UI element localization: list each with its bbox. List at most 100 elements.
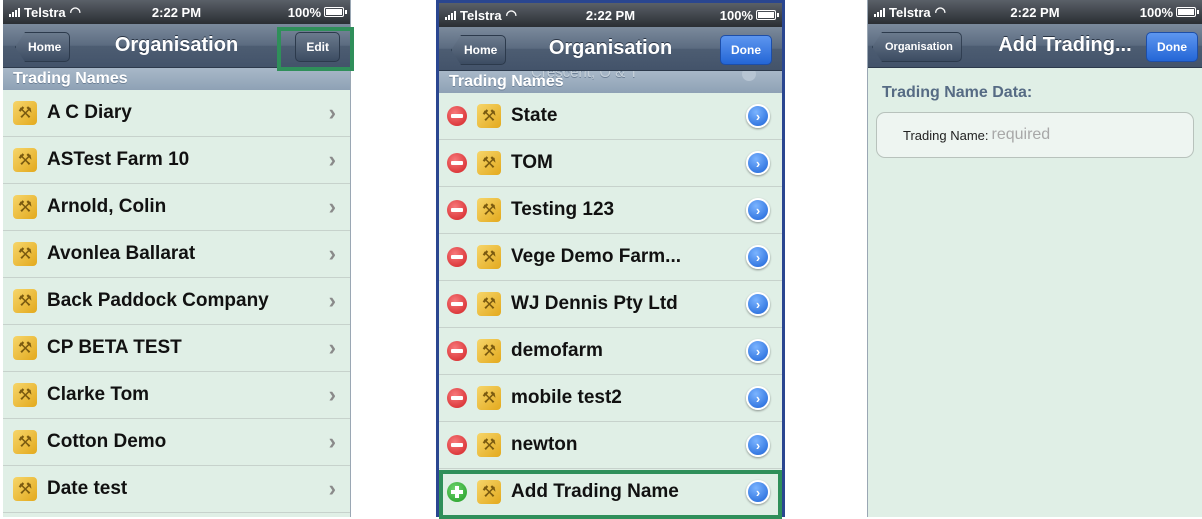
signal-icon: [9, 7, 20, 17]
status-bar: Telstra ◠ 2:22 PM 100%: [3, 0, 350, 24]
list-item[interactable]: ⚒ A C Diary ›: [3, 90, 350, 137]
list-item[interactable]: ⚒ ASTest Farm 10 ›: [3, 137, 350, 184]
trading-name-icon: ⚒: [477, 245, 501, 269]
list-item-label: Clarke Tom: [47, 384, 150, 405]
trading-names-edit-list: ⚒ State › ⚒ TOM › ⚒ Testing 123 › ⚒ Vege Demo Farm…: [439, 93, 782, 469]
trading-name-icon: ⚒: [477, 386, 501, 410]
list-item[interactable]: ⚒ Date test ›: [3, 466, 350, 513]
navigation-bar: Organisation Add Trading... Done: [868, 24, 1202, 68]
delete-minus-icon[interactable]: [447, 153, 467, 173]
delete-minus-icon[interactable]: [447, 200, 467, 220]
list-item[interactable]: ⚒ Testing 123 ›: [439, 187, 782, 234]
list-item-label: Cotton Demo: [47, 431, 167, 452]
trading-name-icon: ⚒: [13, 430, 37, 454]
trading-name-icon: ⚒: [13, 101, 37, 125]
list-item[interactable]: ⚒ State ›: [439, 93, 782, 140]
done-button[interactable]: Done: [720, 35, 772, 65]
delete-minus-icon[interactable]: [447, 294, 467, 314]
list-item-label: A C Diary: [47, 102, 132, 123]
delete-minus-icon[interactable]: [447, 435, 467, 455]
chevron-right-icon: ›: [328, 194, 336, 219]
trading-name-field-label: Trading Name:: [903, 127, 989, 143]
list-item[interactable]: ⚒ demofarm ›: [439, 328, 782, 375]
signal-icon: [445, 10, 456, 20]
list-item-label: Back Paddock Company: [47, 290, 269, 311]
chevron-right-icon: ›: [328, 335, 336, 360]
done-button[interactable]: Done: [1146, 32, 1198, 62]
trading-name-field[interactable]: Trading Name: required: [876, 112, 1194, 158]
battery-icon: [1176, 7, 1199, 17]
trading-name-icon: ⚒: [477, 198, 501, 222]
delete-minus-icon[interactable]: [447, 106, 467, 126]
disclosure-button-icon[interactable]: ›: [746, 104, 770, 128]
list-item[interactable]: ⚒ newton ›: [439, 422, 782, 469]
trading-name-icon: ⚒: [477, 292, 501, 316]
section-header: Trading Names: [3, 68, 350, 90]
trading-name-icon: ⚒: [477, 433, 501, 457]
organisation-back-button[interactable]: Organisation: [872, 32, 962, 62]
organisation-list-screen: Telstra ◠ 2:22 PM 100% Home Organisation…: [3, 0, 351, 517]
trading-name-icon: ⚒: [477, 339, 501, 363]
home-back-button[interactable]: Home: [15, 32, 71, 62]
trading-name-icon: ⚒: [13, 289, 37, 313]
trading-name-input[interactable]: required: [992, 126, 1051, 144]
list-item[interactable]: ⚒ Avonlea Ballarat ›: [3, 231, 350, 278]
battery-percent: 100%: [287, 4, 321, 20]
disclosure-button-icon[interactable]: ›: [746, 386, 770, 410]
list-item-label: WJ Dennis Pty Ltd: [511, 293, 678, 314]
battery-icon: [324, 7, 347, 17]
list-item-label: demofarm: [511, 340, 603, 361]
list-item[interactable]: ⚒ mobile test2 ›: [439, 375, 782, 422]
carrier-label: Telstra: [24, 4, 66, 20]
list-item-label: CP BETA TEST: [47, 337, 182, 358]
disclosure-button-icon[interactable]: ›: [746, 339, 770, 363]
list-item[interactable]: ⚒ Clarke Tom ›: [3, 372, 350, 419]
trading-name-icon: ⚒: [13, 242, 37, 266]
disclosure-button-icon[interactable]: ›: [746, 433, 770, 457]
wifi-icon: ◠: [69, 4, 82, 19]
list-item[interactable]: ⚒ WJ Dennis Pty Ltd ›: [439, 281, 782, 328]
disclosure-button-icon[interactable]: ›: [746, 245, 770, 269]
list-item-label: ASTest Farm 10: [47, 149, 190, 170]
trading-names-list: ⚒ A C Diary › ⚒ ASTest Farm 10 › ⚒ Arnold, Coli…: [3, 90, 350, 513]
list-item[interactable]: ⚒ Cotton Demo ›: [3, 419, 350, 466]
disclosure-button-icon[interactable]: ›: [746, 198, 770, 222]
list-item[interactable]: ⚒ CP BETA TEST ›: [3, 325, 350, 372]
form-section-title: Trading Name Data:: [882, 84, 1033, 101]
status-bar: Telstra ◠ 2:22 PM 100%: [868, 0, 1202, 24]
list-item[interactable]: ⚒ Arnold, Colin ›: [3, 184, 350, 231]
delete-minus-icon[interactable]: [447, 341, 467, 361]
status-bar: Telstra ◠ 2:22 PM 100%: [439, 3, 782, 27]
wifi-icon: ◠: [505, 7, 518, 22]
list-item[interactable]: ⚒ Vege Demo Farm... ›: [439, 234, 782, 281]
disclosure-button-icon[interactable]: ›: [746, 151, 770, 175]
trading-name-icon: ⚒: [13, 336, 37, 360]
list-item[interactable]: ⚒ Back Paddock Company ›: [3, 278, 350, 325]
delete-minus-icon[interactable]: [447, 247, 467, 267]
list-item-label: Vege Demo Farm...: [511, 246, 682, 267]
carrier-label: Telstra: [460, 7, 502, 23]
wifi-icon: ◠: [934, 4, 947, 19]
edit-button-highlight: [277, 27, 354, 71]
battery-percent: 100%: [1139, 4, 1173, 20]
list-item-label: Arnold, Colin: [47, 196, 167, 217]
delete-minus-icon[interactable]: [447, 388, 467, 408]
navigation-bar: Home Organisation Done: [439, 27, 782, 71]
home-back-button[interactable]: Home: [451, 35, 507, 65]
section-header: Crescent, O & T Trading Names: [439, 71, 782, 93]
chevron-right-icon: ›: [328, 429, 336, 454]
chevron-right-icon: ›: [328, 100, 336, 125]
list-item-label: State: [511, 105, 558, 126]
list-item-label: TOM: [511, 152, 553, 173]
add-trading-name-screen: Telstra ◠ 2:22 PM 100% Organisation Add …: [867, 0, 1202, 517]
list-item[interactable]: ⚒ TOM ›: [439, 140, 782, 187]
chevron-right-icon: ›: [328, 241, 336, 266]
scrolled-row-ghost-icon: [742, 71, 756, 81]
battery-icon: [756, 10, 779, 20]
trading-name-icon: ⚒: [13, 383, 37, 407]
carrier-label: Telstra: [889, 4, 931, 20]
chevron-right-icon: ›: [328, 147, 336, 172]
battery-percent: 100%: [719, 7, 753, 23]
disclosure-button-icon[interactable]: ›: [746, 292, 770, 316]
trading-name-icon: ⚒: [13, 195, 37, 219]
